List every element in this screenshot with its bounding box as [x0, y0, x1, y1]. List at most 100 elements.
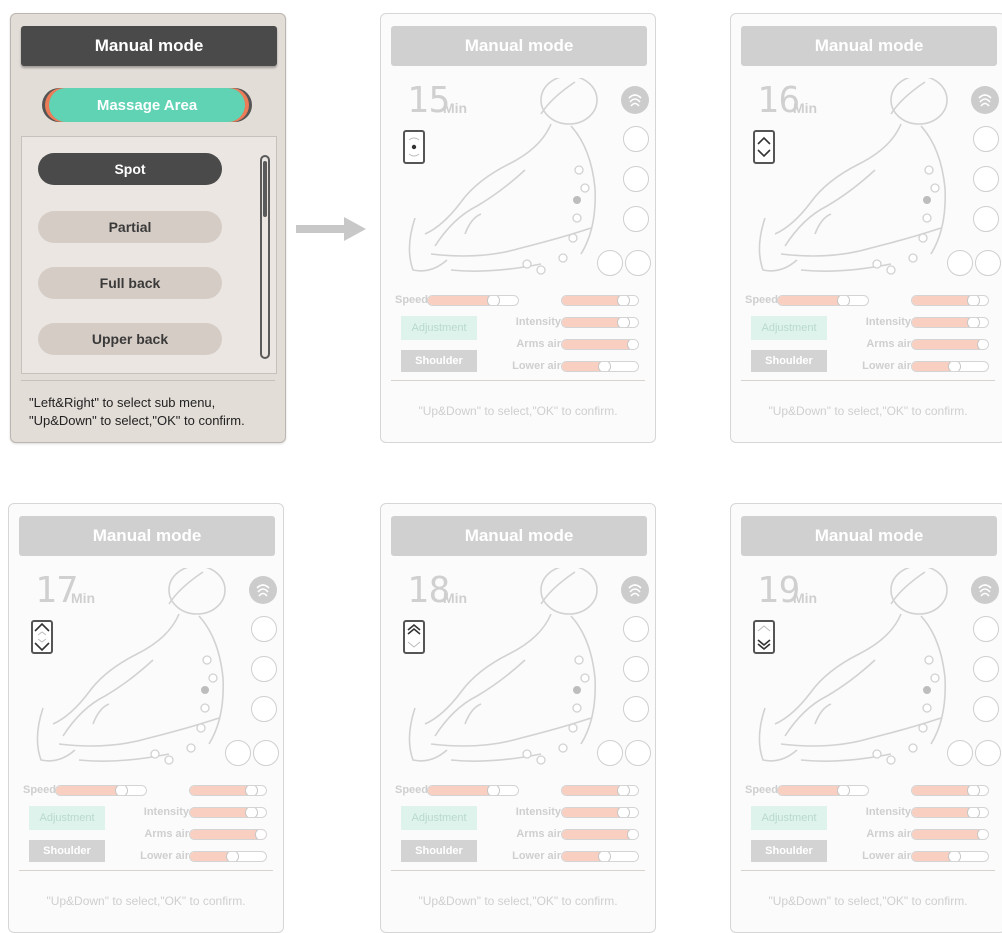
indicator-ring: [251, 616, 277, 642]
indicator-ring: [253, 740, 279, 766]
intensity-knob[interactable]: [617, 808, 630, 817]
intensity-slider[interactable]: [561, 807, 639, 818]
intensity-slider[interactable]: [911, 807, 989, 818]
indicator-ring: [975, 250, 1001, 276]
manual-mode-screen-16: Manual mode16MinSpeedWidthIntensityArms …: [730, 13, 1002, 443]
arms-air-slider[interactable]: [911, 339, 989, 350]
lower-air-label: Lower air: [140, 850, 189, 862]
arms-air-slider[interactable]: [189, 829, 267, 840]
intensity-fill: [190, 808, 252, 817]
speed-knob[interactable]: [837, 786, 850, 795]
lower-air-label: Lower air: [512, 850, 561, 862]
width-knob[interactable]: [967, 786, 980, 795]
option-upper-back[interactable]: Upper back: [38, 323, 222, 355]
footer-hint: "Up&Down" to select,"OK" to confirm.: [418, 404, 618, 418]
screen-title: Manual mode: [19, 516, 275, 556]
chair-body-illustration: [19, 565, 249, 783]
width-knob[interactable]: [967, 296, 980, 305]
option-partial[interactable]: Partial: [38, 211, 222, 243]
hint-line-1: "Left&Right" to select sub menu,: [29, 395, 216, 410]
indicator-ring: [623, 616, 649, 642]
arms-air-label: Arms air: [866, 338, 911, 350]
lower-air-slider[interactable]: [911, 361, 989, 372]
lower-air-slider[interactable]: [189, 851, 267, 862]
speed-knob[interactable]: [115, 786, 128, 795]
massage-area-button[interactable]: Massage Area: [49, 88, 245, 122]
arms-air-knob[interactable]: [977, 340, 988, 349]
arms-air-label: Arms air: [866, 828, 911, 840]
scrollbar[interactable]: [260, 155, 270, 359]
speed-fill: [428, 296, 494, 305]
adjustment-button[interactable]: Adjustment: [401, 806, 477, 830]
speed-knob[interactable]: [487, 786, 500, 795]
width-knob[interactable]: [617, 296, 630, 305]
arms-air-slider[interactable]: [561, 339, 639, 350]
intensity-knob[interactable]: [617, 318, 630, 327]
shoulder-button[interactable]: Shoulder: [751, 840, 827, 862]
lower-air-knob[interactable]: [598, 852, 611, 861]
adjustment-button[interactable]: Adjustment: [751, 316, 827, 340]
speed-slider[interactable]: [777, 295, 869, 306]
indicator-ring: [973, 166, 999, 192]
lower-air-slider[interactable]: [561, 361, 639, 372]
speed-knob[interactable]: [487, 296, 500, 305]
intensity-slider[interactable]: [561, 317, 639, 328]
divider: [21, 380, 275, 381]
lower-air-knob[interactable]: [226, 852, 239, 861]
shoulder-button[interactable]: Shoulder: [751, 350, 827, 372]
shoulder-button[interactable]: Shoulder: [401, 350, 477, 372]
width-slider[interactable]: [189, 785, 267, 796]
speed-slider[interactable]: [427, 295, 519, 306]
downward-icon: [753, 620, 775, 654]
swirl-icon: [249, 576, 277, 604]
screen-title: Manual mode: [391, 26, 647, 66]
width-slider[interactable]: [911, 295, 989, 306]
width-knob[interactable]: [617, 786, 630, 795]
lower-air-slider[interactable]: [911, 851, 989, 862]
indicator-ring: [623, 206, 649, 232]
spot-icon: [403, 130, 425, 164]
width-slider[interactable]: [561, 785, 639, 796]
option-spot[interactable]: Spot: [38, 153, 222, 185]
width-slider[interactable]: [911, 785, 989, 796]
manual-mode-screen-18: Manual mode18MinSpeedWidthIntensityArms …: [380, 503, 656, 933]
arms-air-knob[interactable]: [255, 830, 266, 839]
hint-line-2: "Up&Down" to select,"OK" to confirm.: [29, 413, 245, 428]
width-fill: [190, 786, 252, 795]
width-slider[interactable]: [561, 295, 639, 306]
lower-air-label: Lower air: [512, 360, 561, 372]
panel-title: Manual mode: [21, 26, 277, 66]
scrollbar-thumb[interactable]: [263, 161, 267, 217]
adjustment-button[interactable]: Adjustment: [751, 806, 827, 830]
adjustment-button[interactable]: Adjustment: [401, 316, 477, 340]
lower-air-knob[interactable]: [598, 362, 611, 371]
intensity-fill: [562, 318, 624, 327]
intensity-slider[interactable]: [911, 317, 989, 328]
intensity-knob[interactable]: [245, 808, 258, 817]
footer-hint: "Up&Down" to select,"OK" to confirm.: [768, 404, 968, 418]
indicator-ring: [975, 740, 1001, 766]
speed-slider[interactable]: [55, 785, 147, 796]
arms-air-slider[interactable]: [911, 829, 989, 840]
lower-air-knob[interactable]: [948, 362, 961, 371]
speed-knob[interactable]: [837, 296, 850, 305]
shoulder-button[interactable]: Shoulder: [29, 840, 105, 862]
lower-air-knob[interactable]: [948, 852, 961, 861]
adjustment-button[interactable]: Adjustment: [29, 806, 105, 830]
speed-slider[interactable]: [777, 785, 869, 796]
shoulder-button[interactable]: Shoulder: [401, 840, 477, 862]
option-full-back[interactable]: Full back: [38, 267, 222, 299]
arms-air-knob[interactable]: [627, 340, 638, 349]
intensity-knob[interactable]: [967, 318, 980, 327]
width-knob[interactable]: [245, 786, 258, 795]
arms-air-slider[interactable]: [561, 829, 639, 840]
lower-air-slider[interactable]: [561, 851, 639, 862]
footer-hint: "Up&Down" to select,"OK" to confirm.: [418, 894, 618, 908]
intensity-slider[interactable]: [189, 807, 267, 818]
intensity-knob[interactable]: [967, 808, 980, 817]
intensity-label: Intensity: [515, 316, 561, 328]
arms-air-knob[interactable]: [627, 830, 638, 839]
speed-label: Speed: [23, 784, 57, 796]
arms-air-knob[interactable]: [977, 830, 988, 839]
speed-slider[interactable]: [427, 785, 519, 796]
